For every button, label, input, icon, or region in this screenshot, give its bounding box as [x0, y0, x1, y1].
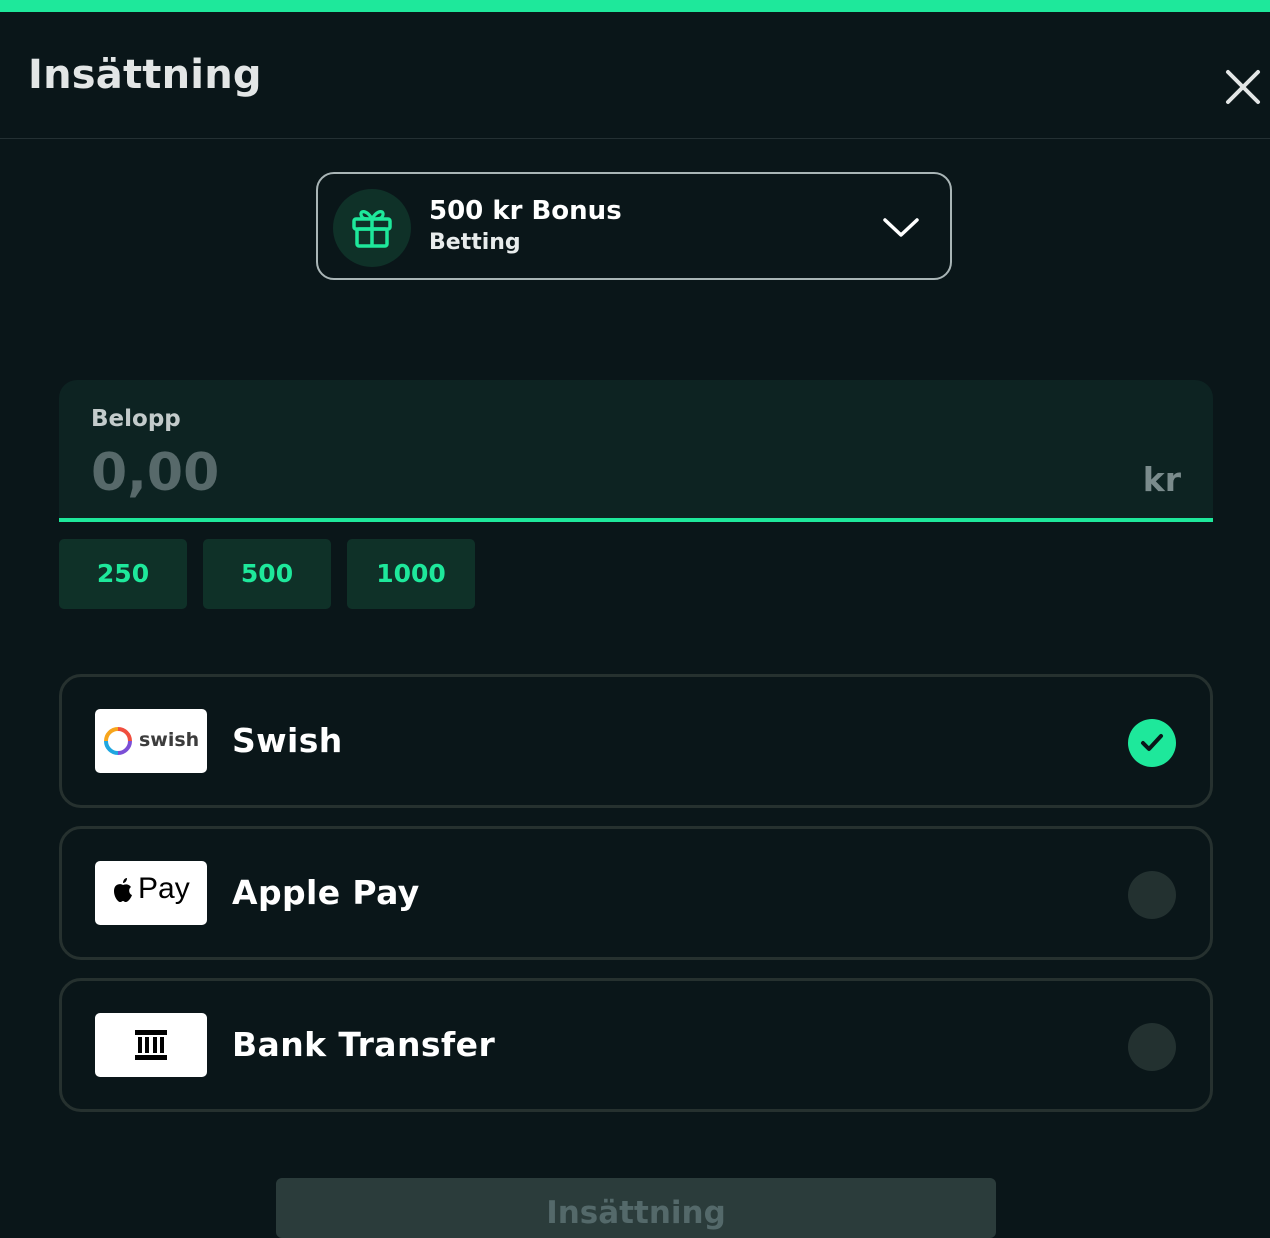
swish-logo: swish: [95, 709, 207, 773]
payment-method-label: Bank Transfer: [232, 1025, 496, 1064]
swish-icon: [104, 727, 132, 755]
amount-field[interactable]: Belopp kr: [59, 380, 1213, 522]
bank-logo: [95, 1013, 207, 1077]
top-accent-bar: [0, 0, 1270, 12]
payment-method-swish[interactable]: swish Swish: [59, 674, 1213, 808]
close-icon: [1226, 70, 1260, 104]
apple-pay-logo-text: Pay: [138, 872, 190, 905]
checkmark-icon: [1141, 734, 1163, 751]
submit-deposit-button[interactable]: Insättning: [276, 1178, 996, 1238]
unselected-radio[interactable]: [1128, 1023, 1176, 1071]
amount-unit: kr: [1142, 460, 1181, 499]
modal-header: Insättning: [0, 12, 1270, 139]
quick-amount-500-button[interactable]: 500: [203, 539, 331, 609]
amount-label: Belopp: [91, 406, 181, 432]
bank-icon: [135, 1030, 167, 1060]
selected-radio[interactable]: [1128, 719, 1176, 767]
chevron-down-icon: [883, 218, 919, 237]
gift-icon-badge: [333, 189, 411, 267]
apple-icon: [114, 878, 132, 902]
page-title: Insättning: [28, 52, 262, 98]
apple-pay-logo: Pay: [95, 861, 207, 925]
quick-amount-250-button[interactable]: 250: [59, 539, 187, 609]
bonus-selector[interactable]: 500 kr Bonus Betting: [316, 172, 952, 280]
swish-logo-text: swish: [139, 729, 200, 751]
payment-method-bank-transfer[interactable]: Bank Transfer: [59, 978, 1213, 1112]
payment-method-apple-pay[interactable]: Pay Apple Pay: [59, 826, 1213, 960]
amount-input[interactable]: [89, 442, 1053, 504]
payment-method-label: Apple Pay: [232, 873, 420, 912]
close-button[interactable]: [1222, 66, 1264, 108]
quick-amount-1000-button[interactable]: 1000: [347, 539, 475, 609]
bonus-subtitle: Betting: [429, 230, 521, 255]
gift-icon: [352, 210, 392, 248]
bonus-title: 500 kr Bonus: [429, 196, 622, 226]
unselected-radio[interactable]: [1128, 871, 1176, 919]
payment-method-label: Swish: [232, 721, 343, 760]
